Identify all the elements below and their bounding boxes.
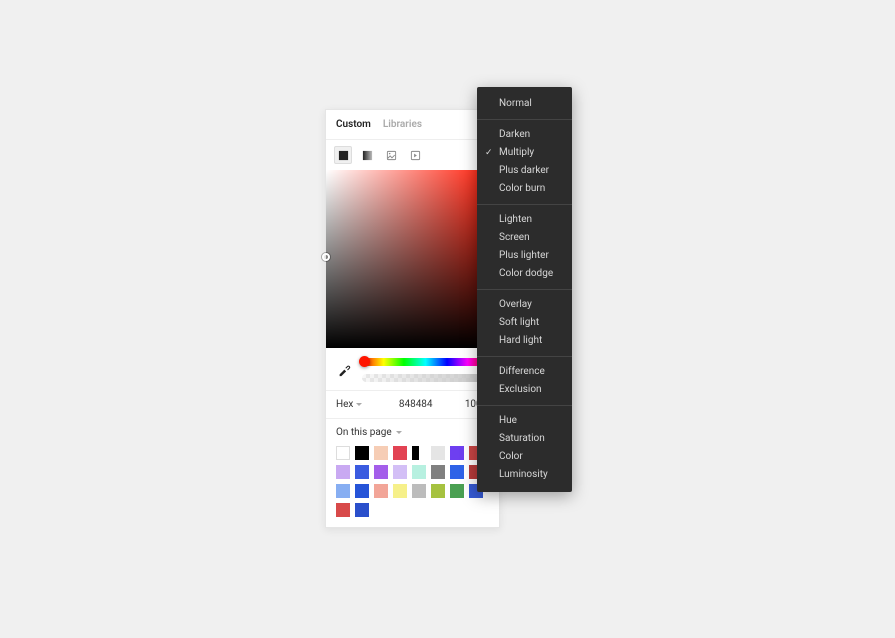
fill-type-video[interactable] [406, 146, 424, 164]
fill-type-solid[interactable] [334, 146, 352, 164]
fill-type-image[interactable] [382, 146, 400, 164]
blend-item-multiply[interactable]: Multiply [477, 144, 572, 162]
slider-area [326, 348, 499, 390]
swatch[interactable] [393, 484, 407, 498]
blend-item-lighten[interactable]: Lighten [477, 211, 572, 229]
swatches-section: On this page [326, 419, 499, 527]
video-icon [410, 150, 421, 161]
saturation-value-area[interactable] [326, 170, 499, 348]
gradient-icon [362, 150, 373, 161]
alpha-slider[interactable] [362, 374, 489, 382]
swatch[interactable] [374, 446, 388, 460]
blend-item-darken[interactable]: Darken [477, 126, 572, 144]
blend-item-difference[interactable]: Difference [477, 363, 572, 381]
blend-item-color[interactable]: Color [477, 448, 572, 466]
swatch[interactable] [336, 503, 350, 517]
swatch[interactable] [450, 484, 464, 498]
swatch[interactable] [355, 503, 369, 517]
hue-slider[interactable] [362, 358, 489, 366]
blend-item-hard-light[interactable]: Hard light [477, 332, 572, 350]
tab-libraries[interactable]: Libraries [383, 119, 422, 130]
swatch[interactable] [393, 446, 407, 460]
swatch[interactable] [431, 484, 445, 498]
color-model-dropdown[interactable]: Hex [336, 399, 362, 410]
blend-item-color-dodge[interactable]: Color dodge [477, 265, 572, 283]
blend-group: HueSaturationColorLuminosity [477, 405, 572, 486]
eyedropper-icon [337, 363, 351, 377]
image-icon [386, 150, 397, 161]
swatch[interactable] [450, 465, 464, 479]
blend-item-plus-darker[interactable]: Plus darker [477, 162, 572, 180]
swatch[interactable] [355, 446, 369, 460]
solid-icon [338, 150, 349, 161]
blend-group: Normal [477, 93, 572, 115]
blend-group: DifferenceExclusion [477, 356, 572, 401]
swatch[interactable] [336, 465, 350, 479]
blend-item-overlay[interactable]: Overlay [477, 296, 572, 314]
blend-mode-menu: Normal DarkenMultiplyPlus darkerColor bur… [477, 87, 572, 492]
swatch[interactable] [336, 484, 350, 498]
blend-group: DarkenMultiplyPlus darkerColor burn [477, 119, 572, 200]
blend-item-plus-lighter[interactable]: Plus lighter [477, 247, 572, 265]
sliders [362, 358, 489, 382]
swatch[interactable] [412, 484, 426, 498]
swatch[interactable] [450, 446, 464, 460]
blend-item-normal[interactable]: Normal [477, 95, 572, 113]
swatch[interactable] [431, 446, 445, 460]
blend-group: LightenScreenPlus lighterColor dodge [477, 204, 572, 285]
color-picker-panel: Custom Libraries + [325, 109, 500, 528]
swatch[interactable] [412, 465, 426, 479]
blend-item-exclusion[interactable]: Exclusion [477, 381, 572, 399]
swatch[interactable] [355, 465, 369, 479]
blend-item-screen[interactable]: Screen [477, 229, 572, 247]
swatches-scope-dropdown[interactable]: On this page [336, 427, 489, 438]
fill-type-gradient[interactable] [358, 146, 376, 164]
blend-item-color-burn[interactable]: Color burn [477, 180, 572, 198]
blend-item-soft-light[interactable]: Soft light [477, 314, 572, 332]
chevron-down-icon [396, 431, 402, 434]
blend-item-luminosity[interactable]: Luminosity [477, 466, 572, 484]
hex-row: Hex 848484 100% [326, 390, 499, 419]
swatches-header-label: On this page [336, 427, 392, 438]
swatch[interactable] [336, 446, 350, 460]
tabs-bar: Custom Libraries + [326, 110, 499, 140]
hex-label: Hex [336, 399, 353, 410]
swatch[interactable] [374, 465, 388, 479]
eyedropper-button[interactable] [336, 362, 352, 378]
swatch[interactable] [431, 465, 445, 479]
swatch[interactable] [412, 446, 426, 460]
hue-thumb[interactable] [359, 356, 370, 367]
swatch[interactable] [355, 484, 369, 498]
swatches-grid [336, 446, 489, 517]
sv-cursor[interactable] [322, 253, 330, 261]
swatch[interactable] [374, 484, 388, 498]
blend-group: OverlaySoft lightHard light [477, 289, 572, 352]
chevron-down-icon [356, 403, 362, 406]
tab-custom[interactable]: Custom [336, 119, 371, 130]
fill-type-row [326, 140, 499, 170]
blend-item-hue[interactable]: Hue [477, 412, 572, 430]
swatch[interactable] [393, 465, 407, 479]
blend-item-saturation[interactable]: Saturation [477, 430, 572, 448]
hex-value-input[interactable]: 848484 [374, 399, 457, 410]
